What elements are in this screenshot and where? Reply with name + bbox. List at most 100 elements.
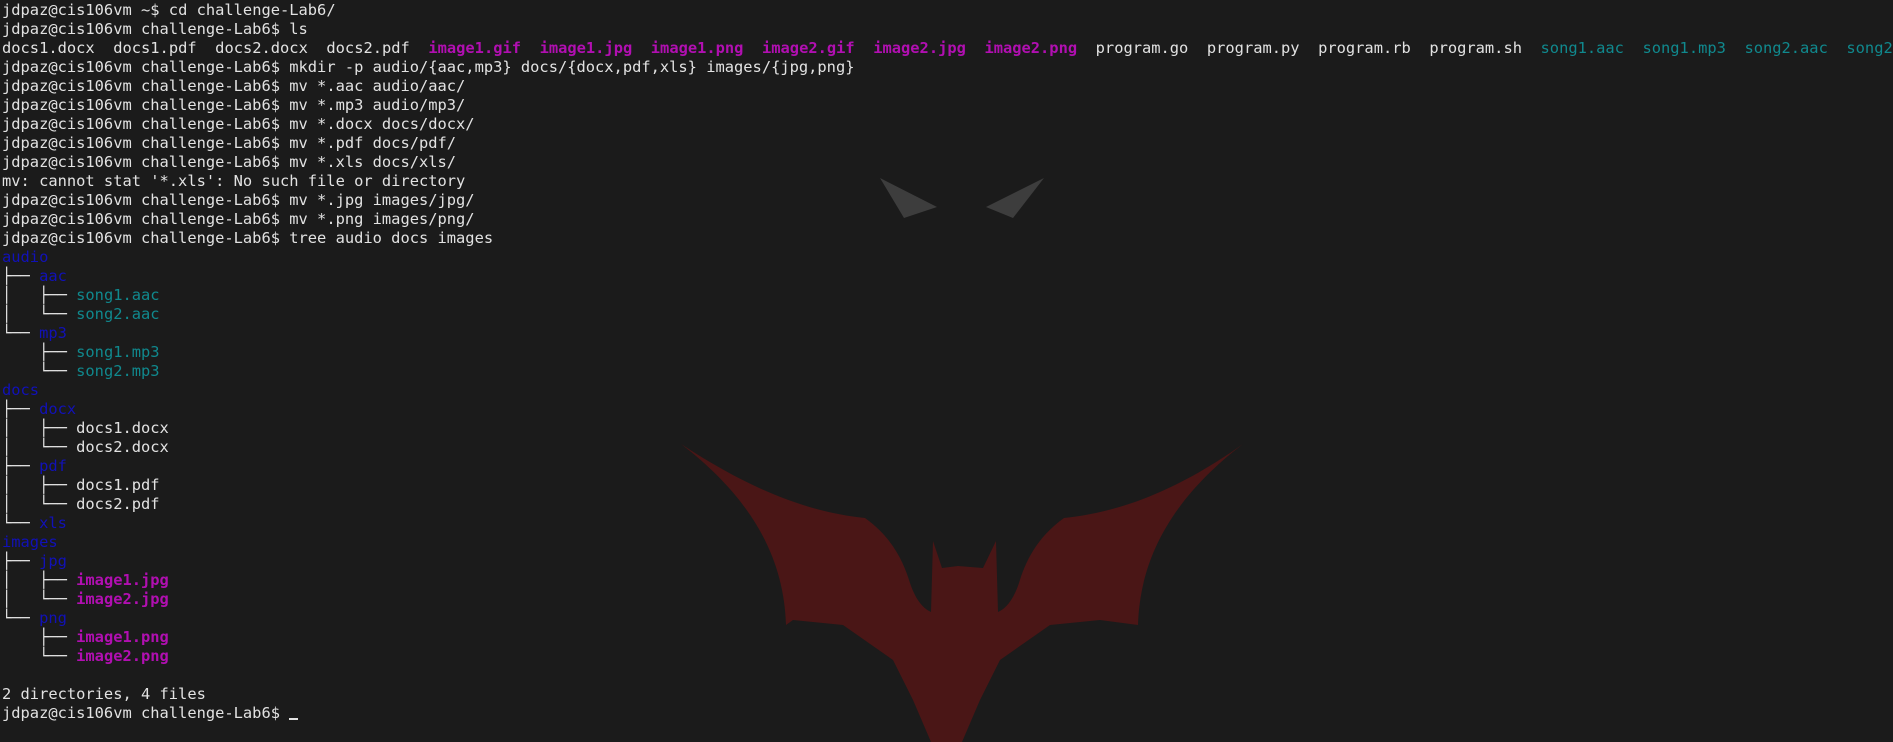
tree-file: song2.aac <box>76 305 160 323</box>
tree-file: docs1.docx <box>76 419 169 437</box>
ls-entry: song2.aac <box>1744 39 1828 57</box>
tree-line: ├── image1.png <box>2 628 1891 647</box>
command-text: tree audio docs images <box>289 229 494 247</box>
ls-entry: docs1.docx <box>2 39 95 57</box>
tree-branch: ├── <box>2 343 77 361</box>
command-line: jdpaz@cis106vm challenge-Lab6$ mv *.aac … <box>2 77 1891 96</box>
tree-directory: png <box>39 609 67 627</box>
shell-prompt: jdpaz@cis106vm challenge-Lab6$ <box>2 134 290 152</box>
tree-branch: │ ├── <box>2 286 77 304</box>
shell-prompt: jdpaz@cis106vm challenge-Lab6$ <box>2 20 290 38</box>
tree-file: image1.jpg <box>76 571 169 589</box>
tree-line: │ └── docs2.docx <box>2 438 1891 457</box>
tree-branch: │ └── <box>2 495 77 513</box>
tree-line: │ ├── song1.aac <box>2 286 1891 305</box>
terminal-output[interactable]: jdpaz@cis106vm ~$ cd challenge-Lab6/jdpa… <box>2 1 1893 723</box>
shell-prompt: jdpaz@cis106vm challenge-Lab6$ <box>2 77 290 95</box>
tree-line: │ └── song2.aac <box>2 305 1891 324</box>
tree-file: docs2.pdf <box>76 495 160 513</box>
shell-prompt: jdpaz@cis106vm challenge-Lab6$ <box>2 229 290 247</box>
ls-entry: song2.mp3 <box>1846 39 1893 57</box>
ls-entry: song1.aac <box>1540 39 1624 57</box>
command-line: jdpaz@cis106vm challenge-Lab6$ mv *.png … <box>2 210 1891 229</box>
ls-entry: song1.mp3 <box>1642 39 1726 57</box>
output-text: mv: cannot stat '*.xls': No such file or… <box>2 172 466 190</box>
tree-directory: images <box>2 533 58 551</box>
ls-entry: image1.png <box>650 39 744 57</box>
command-line: jdpaz@cis106vm challenge-Lab6$ mv *.mp3 … <box>2 96 1891 115</box>
tree-file: song2.mp3 <box>76 362 160 380</box>
tree-directory: audio <box>2 248 49 266</box>
tree-branch: ├── <box>2 552 40 570</box>
tree-line: │ ├── docs1.docx <box>2 419 1891 438</box>
tree-line: └── png <box>2 609 1891 628</box>
tree-branch: ├── <box>2 628 77 646</box>
ls-entry: program.py <box>1206 39 1300 57</box>
output-text: 2 directories, 4 files <box>2 685 206 703</box>
tree-branch: │ └── <box>2 590 77 608</box>
command-text: mv *.aac audio/aac/ <box>289 77 466 95</box>
command-line: jdpaz@cis106vm challenge-Lab6$ mv *.xls … <box>2 153 1891 172</box>
ls-entry: image2.gif <box>762 39 855 57</box>
tree-branch: └── <box>2 514 40 532</box>
tree-branch: │ ├── <box>2 476 77 494</box>
command-text: ls <box>289 20 308 38</box>
tree-branch: │ ├── <box>2 419 77 437</box>
tree-file: song1.aac <box>76 286 160 304</box>
tree-branch: └── <box>2 362 77 380</box>
tree-line: │ └── docs2.pdf <box>2 495 1891 514</box>
command-text: mv *.jpg images/jpg/ <box>289 191 475 209</box>
command-line: jdpaz@cis106vm challenge-Lab6$ mv *.docx… <box>2 115 1891 134</box>
ls-entry: image2.png <box>984 39 1078 57</box>
tree-line: ├── song1.mp3 <box>2 343 1891 362</box>
command-line: jdpaz@cis106vm challenge-Lab6$ mv *.pdf … <box>2 134 1891 153</box>
shell-prompt: jdpaz@cis106vm challenge-Lab6$ <box>2 115 290 133</box>
ls-entry: image1.jpg <box>539 39 633 57</box>
shell-prompt: jdpaz@cis106vm challenge-Lab6$ <box>2 210 290 228</box>
command-line: jdpaz@cis106vm challenge-Lab6$ ls <box>2 20 1891 39</box>
tree-line: │ ├── docs1.pdf <box>2 476 1891 495</box>
ls-entry: program.sh <box>1429 39 1522 57</box>
tree-directory: aac <box>39 267 67 285</box>
tree-file: docs2.docx <box>76 438 169 456</box>
command-text: cd challenge-Lab6/ <box>168 1 336 19</box>
command-line: jdpaz@cis106vm challenge-Lab6$ mkdir -p … <box>2 58 1891 77</box>
tree-branch: │ └── <box>2 305 77 323</box>
tree-file: image2.jpg <box>76 590 169 608</box>
command-text: mkdir -p audio/{aac,mp3} docs/{docx,pdf,… <box>289 58 855 76</box>
tree-directory: docs <box>2 381 40 399</box>
tree-line: └── mp3 <box>2 324 1891 343</box>
tree-directory: xls <box>39 514 67 532</box>
tree-line: images <box>2 533 1891 552</box>
tree-line: ├── aac <box>2 267 1891 286</box>
output-line: 2 directories, 4 files <box>2 685 1891 704</box>
prompt-line: jdpaz@cis106vm challenge-Lab6$ <box>2 704 1891 723</box>
ls-entry: image1.gif <box>428 39 522 57</box>
ls-entry: program.go <box>1095 39 1189 57</box>
tree-directory: jpg <box>39 552 67 570</box>
ls-entry: docs2.pdf <box>326 39 410 57</box>
tree-line: ├── jpg <box>2 552 1891 571</box>
shell-prompt: jdpaz@cis106vm ~$ <box>2 1 169 19</box>
tree-directory: mp3 <box>39 324 67 342</box>
tree-line: │ └── image2.jpg <box>2 590 1891 609</box>
command-text: mv *.xls docs/xls/ <box>289 153 457 171</box>
tree-directory: pdf <box>39 457 67 475</box>
tree-file: image2.png <box>76 647 169 665</box>
tree-line: └── image2.png <box>2 647 1891 666</box>
shell-prompt: jdpaz@cis106vm challenge-Lab6$ <box>2 58 290 76</box>
tree-file: image1.png <box>76 628 169 646</box>
tree-branch: │ └── <box>2 438 77 456</box>
ls-output-line: docs1.docx docs1.pdf docs2.docx docs2.pd… <box>2 39 1893 58</box>
command-line: jdpaz@cis106vm ~$ cd challenge-Lab6/ <box>2 1 1891 20</box>
tree-file: docs1.pdf <box>76 476 160 494</box>
command-text: mv *.png images/png/ <box>289 210 475 228</box>
command-line: jdpaz@cis106vm challenge-Lab6$ tree audi… <box>2 229 1891 248</box>
tree-branch: └── <box>2 324 40 342</box>
ls-entry: docs1.pdf <box>113 39 197 57</box>
tree-branch: └── <box>2 609 40 627</box>
tree-branch: ├── <box>2 457 40 475</box>
tree-line: ├── pdf <box>2 457 1891 476</box>
ls-entry: program.rb <box>1318 39 1411 57</box>
